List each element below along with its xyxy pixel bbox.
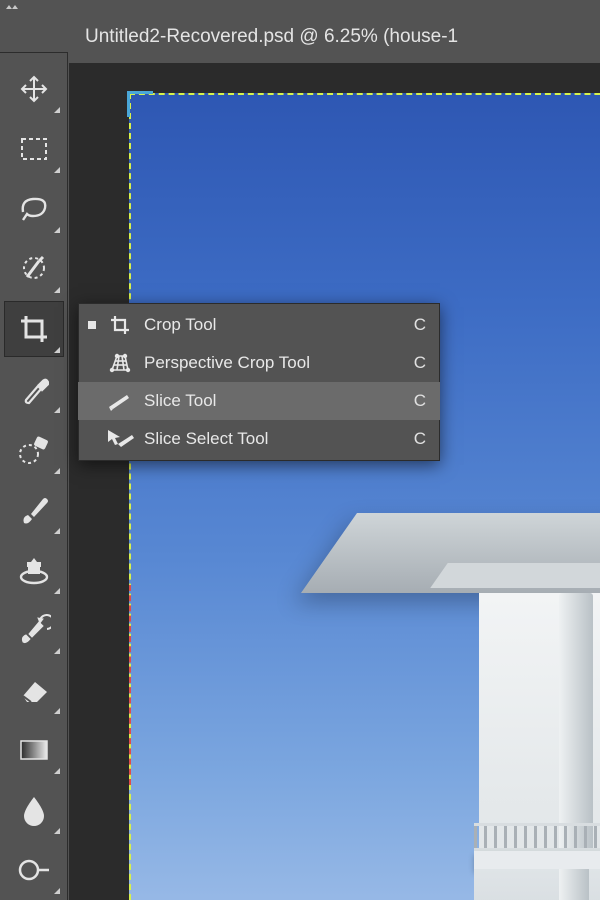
flyout-item-label: Perspective Crop Tool — [144, 353, 404, 373]
flyout-indicator-icon — [54, 708, 60, 714]
eyedropper-tool[interactable] — [4, 361, 64, 417]
lasso-tool[interactable] — [4, 181, 64, 237]
flyout-item-shortcut: C — [414, 315, 426, 335]
blur-tool[interactable] — [4, 782, 64, 838]
flyout-item-slice-select-tool[interactable]: Slice Select Tool C — [78, 420, 440, 458]
flyout-item-label: Crop Tool — [144, 315, 404, 335]
flyout-item-shortcut: C — [414, 429, 426, 449]
flyout-indicator-icon — [54, 347, 60, 353]
flyout-indicator-icon — [54, 287, 60, 293]
flyout-indicator-icon — [54, 468, 60, 474]
image-content — [559, 593, 593, 853]
flyout-indicator-icon — [54, 107, 60, 113]
panel-collapse-handle[interactable] — [0, 0, 24, 14]
tools-panel — [0, 52, 68, 900]
image-content — [430, 563, 600, 588]
document-canvas[interactable] — [129, 93, 600, 900]
document-tab[interactable]: Untitled2-Recovered.psd @ 6.25% (house-1 — [85, 22, 600, 52]
flyout-indicator-icon — [54, 588, 60, 594]
flyout-item-label: Slice Select Tool — [144, 429, 404, 449]
slice-icon — [106, 389, 134, 413]
brush-tool[interactable] — [4, 482, 64, 538]
flyout-indicator-icon — [54, 648, 60, 654]
image-content — [474, 851, 600, 869]
flyout-item-crop-tool[interactable]: Crop Tool C — [78, 306, 440, 344]
flyout-indicator-icon — [54, 768, 60, 774]
clone-stamp-tool[interactable] — [4, 542, 64, 598]
flyout-indicator-icon — [54, 828, 60, 834]
current-tool-indicator-icon — [88, 321, 96, 329]
crop-tool[interactable] — [4, 301, 64, 357]
slice-select-icon — [106, 427, 134, 451]
quick-selection-tool[interactable] — [4, 241, 64, 297]
eraser-tool[interactable] — [4, 662, 64, 718]
image-content — [474, 823, 600, 851]
dodge-tool[interactable] — [4, 842, 64, 898]
perspective-crop-icon — [106, 351, 134, 375]
flyout-item-slice-tool[interactable]: Slice Tool C — [78, 382, 440, 420]
crop-tool-flyout: Crop Tool C Perspective Crop Tool C Slic… — [78, 303, 440, 461]
history-brush-tool[interactable] — [4, 602, 64, 658]
document-tab-title: Untitled2-Recovered.psd @ 6.25% (house-1 — [85, 26, 458, 48]
flyout-indicator-icon — [54, 227, 60, 233]
image-content — [559, 869, 589, 900]
flyout-item-label: Slice Tool — [144, 391, 404, 411]
document-canvas-area[interactable] — [69, 63, 600, 900]
crop-corner-handle[interactable] — [127, 91, 153, 117]
flyout-indicator-icon — [54, 888, 60, 894]
spot-healing-brush-tool[interactable] — [4, 421, 64, 477]
move-tool[interactable] — [4, 61, 64, 117]
flyout-item-perspective-crop-tool[interactable]: Perspective Crop Tool C — [78, 344, 440, 382]
crop-icon — [106, 313, 134, 337]
flyout-indicator-icon — [54, 167, 60, 173]
flyout-item-shortcut: C — [414, 353, 426, 373]
flyout-indicator-icon — [54, 528, 60, 534]
gradient-tool[interactable] — [4, 722, 64, 778]
flyout-indicator-icon — [54, 407, 60, 413]
rectangular-marquee-tool[interactable] — [4, 121, 64, 177]
flyout-item-shortcut: C — [414, 391, 426, 411]
